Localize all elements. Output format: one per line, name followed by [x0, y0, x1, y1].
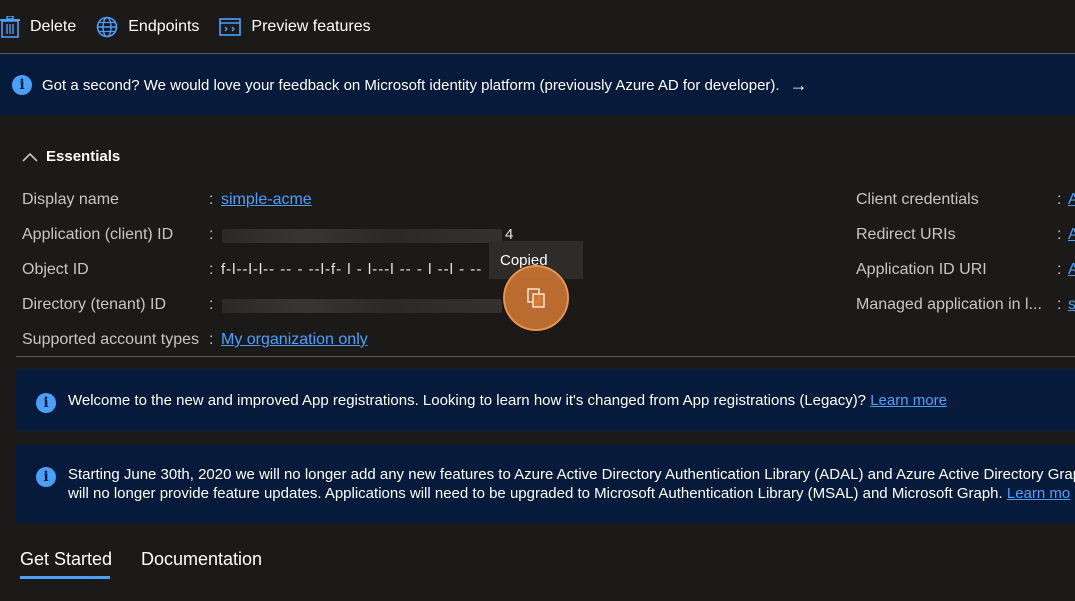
essentials-toggle[interactable]: Essentials [22, 148, 120, 165]
adal-line-2: will no longer provide feature updates. … [68, 484, 1075, 503]
colon: : [209, 261, 214, 278]
adal-content: Starting June 30th, 2020 we will no long… [68, 465, 1075, 503]
redirect-uris-label: Redirect URIs [856, 226, 956, 243]
endpoints-button[interactable]: Endpoints [96, 12, 199, 42]
redirect-uris-link[interactable]: A [1068, 226, 1075, 244]
arrow-right-icon[interactable]: → [790, 75, 808, 96]
object-id-value: f-l--l-l-- -- - --l-f- l - l---l -- - l … [221, 261, 487, 278]
colon: : [209, 191, 214, 208]
adal-line-2-text: will no longer provide feature updates. … [68, 485, 1003, 502]
colon: : [1057, 226, 1062, 243]
client-credentials-link[interactable]: A [1068, 191, 1075, 209]
app-id-uri-label: Application ID URI [856, 261, 987, 278]
account-types-label: Supported account types [22, 331, 200, 348]
preview-features-icon [219, 17, 242, 36]
trash-icon [0, 15, 20, 38]
adal-line-1: Starting June 30th, 2020 we will no long… [68, 466, 1075, 483]
object-id-value-clip: f-l--l-l-- -- - --l-f- l - l---l -- - l … [221, 261, 487, 281]
adal-deprecation-banner: i Starting June 30th, 2020 we will no lo… [16, 445, 1075, 523]
colon: : [1057, 261, 1062, 278]
client-credentials-label: Client credentials [856, 191, 979, 208]
colon: : [209, 226, 214, 243]
object-id-label: Object ID [22, 261, 89, 278]
copy-icon [527, 288, 545, 308]
delete-button[interactable]: Delete [0, 12, 76, 42]
preview-features-label: Preview features [251, 17, 371, 35]
preview-features-button[interactable]: Preview features [219, 12, 371, 42]
welcome-banner: i Welcome to the new and improved App re… [16, 369, 1075, 431]
account-types-link[interactable]: My organization only [221, 331, 368, 349]
info-icon: i [36, 393, 56, 413]
colon: : [209, 296, 214, 313]
display-name-link[interactable]: simple-acme [221, 191, 312, 209]
colon: : [1057, 296, 1062, 313]
info-icon: i [12, 75, 32, 95]
chevron-up-icon [22, 152, 38, 162]
managed-app-label: Managed application in l... [856, 296, 1042, 313]
essentials-title: Essentials [46, 148, 121, 165]
endpoints-label: Endpoints [128, 17, 200, 35]
client-id-masked-value [222, 229, 502, 243]
adal-learn-more-link[interactable]: Learn mo [1007, 485, 1070, 502]
colon: : [209, 331, 214, 348]
copy-to-clipboard-button[interactable] [503, 265, 569, 331]
command-bar: Delete Endpoints Preview features [0, 0, 1075, 54]
delete-label: Delete [30, 17, 77, 35]
app-id-uri-link[interactable]: A [1068, 261, 1075, 279]
essentials-divider [16, 356, 1075, 357]
welcome-content: Welcome to the new and improved App regi… [68, 391, 947, 410]
globe-icon [96, 16, 118, 37]
welcome-learn-more-link[interactable]: Learn more [870, 392, 947, 409]
tenant-id-masked-value [222, 299, 502, 313]
tenant-id-label: Directory (tenant) ID [22, 296, 167, 313]
client-id-label: Application (client) ID [22, 226, 174, 243]
tab-documentation[interactable]: Documentation [141, 549, 262, 570]
feedback-text: Got a second? We would love your feedbac… [42, 76, 780, 94]
display-name-label: Display name [22, 191, 119, 208]
info-icon: i [36, 467, 56, 487]
colon: : [1057, 191, 1062, 208]
feedback-banner[interactable]: i Got a second? We would love your feedb… [0, 55, 1075, 115]
tab-active-indicator [20, 576, 110, 579]
tab-get-started[interactable]: Get Started [20, 549, 112, 570]
welcome-text: Welcome to the new and improved App regi… [68, 392, 867, 409]
managed-app-link[interactable]: s [1068, 296, 1075, 314]
